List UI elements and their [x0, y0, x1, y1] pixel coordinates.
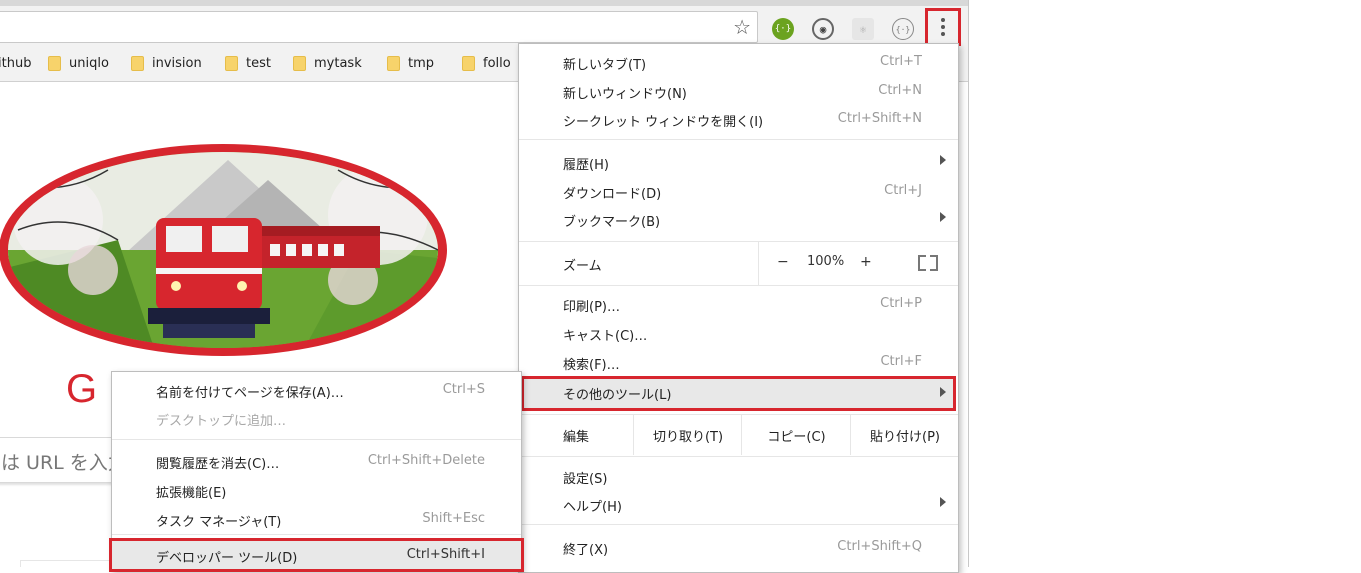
- menu-row-edit: 編集 切り取り(T) コピー(C) 貼り付け(P): [519, 414, 958, 455]
- menu-item-clear-history[interactable]: 閲覧履歴を消去(C)… Ctrl+Shift+Delete: [112, 447, 521, 476]
- menu-item-cast[interactable]: キャスト(C)…: [519, 319, 958, 348]
- chrome-main-menu: 新しいタブ(T) Ctrl+T 新しいウィンドウ(N) Ctrl+N シークレッ…: [518, 43, 959, 573]
- menu-separator: [519, 524, 958, 525]
- menu-dot-icon: [941, 18, 945, 22]
- bookmark-invision[interactable]: invision: [131, 56, 202, 71]
- menu-item-extensions[interactable]: 拡張機能(E): [112, 476, 521, 505]
- address-bar[interactable]: ☆: [0, 11, 758, 43]
- browser-toolbar: ☆ {·} ◉ ⚛ {·}: [0, 0, 968, 48]
- menu-item-incognito[interactable]: シークレット ウィンドウを開く(I) Ctrl+Shift+N: [519, 105, 958, 134]
- zoom-out-button[interactable]: −: [777, 254, 789, 270]
- folder-icon: [131, 56, 144, 71]
- bookmark-uniqlo[interactable]: uniqlo: [48, 56, 109, 71]
- menu-item-history[interactable]: 履歴(H): [519, 148, 958, 177]
- menu-dot-icon: [941, 25, 945, 29]
- folder-icon: [293, 56, 306, 71]
- more-tools-submenu: 名前を付けてページを保存(A)… Ctrl+S デスクトップに追加… 閲覧履歴を…: [109, 371, 524, 572]
- google-logo: G: [66, 367, 98, 411]
- zoom-in-button[interactable]: +: [860, 254, 872, 270]
- chrome-menu-button[interactable]: [925, 8, 961, 46]
- submenu-arrow-icon: [940, 387, 946, 397]
- bookmark-follo[interactable]: follo: [462, 56, 511, 71]
- zoom-controls: − 100% +: [758, 242, 958, 285]
- menu-item-more-tools[interactable]: その他のツール(L): [521, 376, 956, 411]
- extension-braces-icon[interactable]: {·}: [892, 18, 914, 40]
- menu-item-downloads[interactable]: ダウンロード(D) Ctrl+J: [519, 177, 958, 206]
- folder-icon: [462, 56, 475, 71]
- menu-dot-icon: [941, 32, 945, 36]
- menu-item-find[interactable]: 検索(F)… Ctrl+F: [519, 348, 958, 377]
- google-doodle-train[interactable]: [0, 140, 458, 360]
- submenu-arrow-icon: [940, 212, 946, 222]
- zoom-level: 100%: [807, 254, 845, 269]
- menu-separator: [112, 439, 521, 440]
- menu-separator: [519, 139, 958, 140]
- menu-separator: [519, 285, 958, 286]
- menu-item-new-window[interactable]: 新しいウィンドウ(N) Ctrl+N: [519, 77, 958, 106]
- extension-green-icon[interactable]: {·}: [772, 18, 794, 40]
- extension-chat-icon[interactable]: ◉: [812, 18, 834, 40]
- menu-separator: [112, 534, 521, 535]
- folder-icon: [225, 56, 238, 71]
- menu-item-help[interactable]: ヘルプ(H): [519, 490, 958, 519]
- menu-item-settings[interactable]: 設定(S): [519, 462, 958, 491]
- menu-item-print[interactable]: 印刷(P)… Ctrl+P: [519, 290, 958, 319]
- menu-item-bookmarks[interactable]: ブックマーク(B): [519, 205, 958, 234]
- submenu-arrow-icon: [940, 155, 946, 165]
- menu-item-new-tab[interactable]: 新しいタブ(T) Ctrl+T: [519, 48, 958, 77]
- menu-row-zoom: ズーム − 100% +: [519, 242, 958, 285]
- menu-item-exit[interactable]: 終了(X) Ctrl+Shift+Q: [519, 533, 958, 562]
- copy-button[interactable]: コピー(C): [741, 414, 851, 455]
- bookmark-tmp[interactable]: tmp: [387, 56, 434, 71]
- bookmark-test[interactable]: test: [225, 56, 271, 71]
- bookmark-mytask[interactable]: mytask: [293, 56, 362, 71]
- menu-item-add-to-desktop: デスクトップに追加…: [156, 414, 287, 429]
- menu-item-task-manager[interactable]: タスク マネージャ(T) Shift+Esc: [112, 505, 521, 534]
- bookmark-github[interactable]: ithub: [0, 56, 31, 71]
- fullscreen-icon[interactable]: [918, 255, 938, 271]
- menu-separator: [519, 456, 958, 457]
- folder-icon: [387, 56, 400, 71]
- cut-button[interactable]: 切り取り(T): [633, 414, 742, 455]
- menu-item-save-page[interactable]: 名前を付けてページを保存(A)… Ctrl+S: [112, 376, 521, 405]
- submenu-arrow-icon: [940, 497, 946, 507]
- extension-react-icon[interactable]: ⚛: [852, 18, 874, 40]
- bookmark-star-icon[interactable]: ☆: [733, 16, 751, 38]
- folder-icon: [48, 56, 61, 71]
- paste-button[interactable]: 貼り付け(P): [850, 414, 959, 455]
